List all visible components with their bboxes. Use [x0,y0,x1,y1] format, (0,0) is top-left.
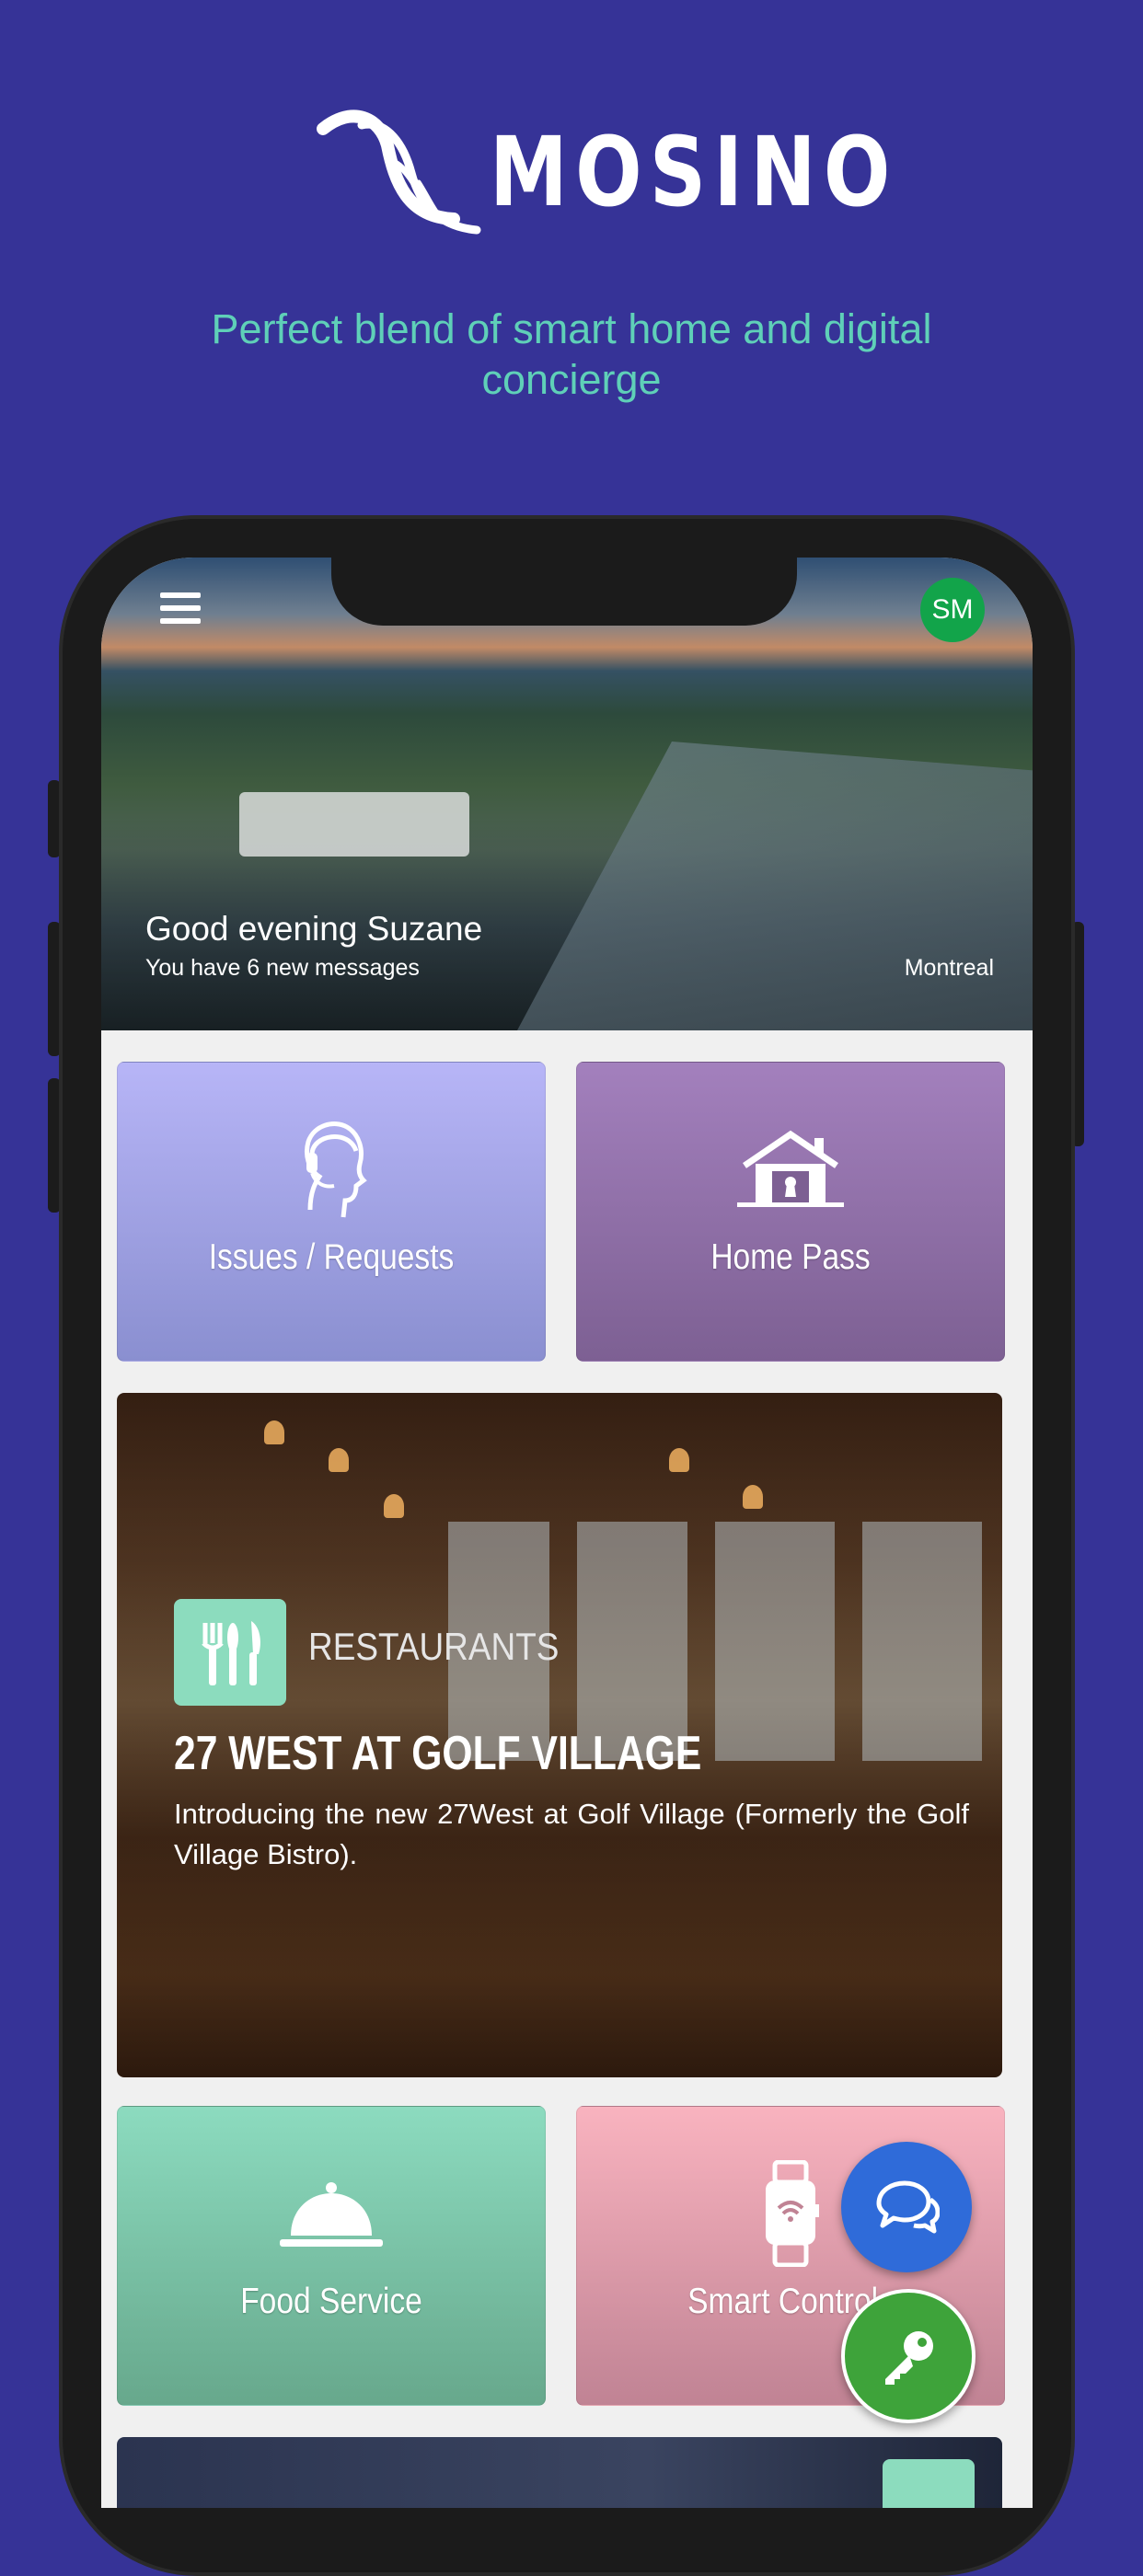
restaurant-category-label: RESTAURANTS [308,1625,560,1668]
next-card-category-chip [883,2459,975,2508]
restaurant-feature-card[interactable]: RESTAURANTS 27 WEST AT GOLF VILLAGE Intr… [117,1393,1002,2077]
brand-wordmark: MOSINO [490,116,898,228]
pendant-lamp [384,1494,404,1518]
pendant-lamp [743,1485,763,1509]
key-button[interactable] [841,2289,976,2423]
fork-knife-icon [174,1599,286,1706]
smartwatch-wifi-icon [766,2160,819,2267]
restaurant-title: 27 WEST AT GOLF VILLAGE [174,1727,702,1780]
food-service-label: Food Service [240,2282,422,2321]
key-icon [885,2331,933,2385]
brand-logo: MOSINO [0,103,1143,250]
issues-requests-tile[interactable]: Issues / Requests [117,1062,546,1362]
house-keyhole-icon [737,1130,844,1207]
wave-logo-icon [317,109,481,235]
greeting-text: Good evening Suzane [145,910,483,948]
restaurant-description: Introducing the new 27West at Golf Villa… [174,1798,969,1870]
chat-button[interactable] [841,2142,972,2272]
phone-notch [331,556,797,626]
messages-text[interactable]: You have 6 new messages [145,955,420,982]
chat-bubbles-icon [876,2180,940,2234]
pendant-lamp [264,1420,284,1444]
food-service-tile[interactable]: Food Service [117,2106,546,2406]
hamburger-menu-icon[interactable] [160,592,201,626]
issues-requests-label: Issues / Requests [208,1237,455,1277]
restaurant-window [862,1522,982,1761]
avatar[interactable]: SM [920,578,985,642]
pendant-lamp [329,1448,349,1472]
restaurant-window [577,1522,687,1761]
restaurant-window [715,1522,835,1761]
serving-cloche-icon [280,2182,383,2247]
location-text: Montreal [904,955,994,981]
home-pass-label: Home Pass [710,1237,871,1277]
tagline: Perfect blend of smart home and digital … [211,305,932,403]
hero-building [239,792,469,857]
home-pass-tile[interactable]: Home Pass [576,1062,1005,1362]
hero-banner: SM Good evening Suzane You have 6 new me… [101,558,1033,1030]
pendant-lamp [669,1448,689,1472]
headset-support-icon [305,1121,367,1218]
hero-marina-water [517,742,1033,1030]
